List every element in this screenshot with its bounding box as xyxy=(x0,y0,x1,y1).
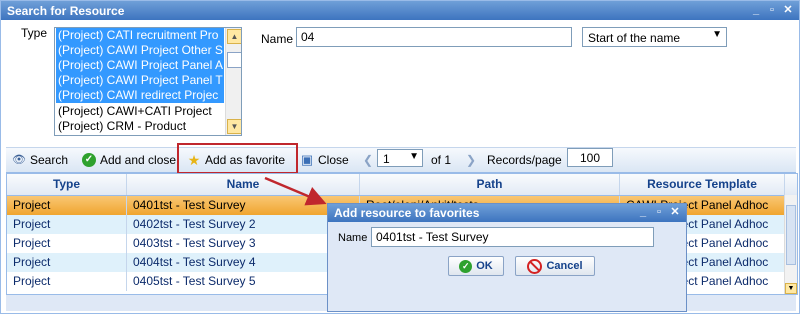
grid-header: Type Name Path Resource Template xyxy=(7,174,797,196)
name-label: Name xyxy=(261,32,294,46)
type-option[interactable]: (Project) CATI recruitment Pro xyxy=(56,28,224,43)
column-header-template[interactable]: Resource Template xyxy=(620,174,785,195)
chevron-down-icon: ▼ xyxy=(409,151,419,162)
checkmark-icon: ✓ xyxy=(459,259,473,273)
minimize-icon[interactable]: _ xyxy=(749,3,763,17)
grid-scroll-thumb[interactable] xyxy=(786,205,796,265)
search-label: Search xyxy=(30,153,69,167)
of-pages-text: of 1 xyxy=(431,153,452,167)
cell-type: Project xyxy=(7,196,127,215)
cell-type: Project xyxy=(7,234,127,253)
column-header-name[interactable]: Name xyxy=(127,174,360,195)
window-titlebar[interactable]: Search for Resource _ ▫ ✕ xyxy=(1,1,799,20)
cell-type: Project xyxy=(7,215,127,234)
checkmark-icon: ✓ xyxy=(82,153,96,167)
add-and-close-button[interactable]: ✓ Add and close xyxy=(82,152,176,168)
favorite-highlight-box xyxy=(177,143,298,174)
cell-name: 0402tst - Test Survey 2 xyxy=(127,215,360,234)
cell-name: 0403tst - Test Survey 3 xyxy=(127,234,360,253)
chevron-down-icon: ▼ xyxy=(712,29,722,40)
maximize-icon[interactable]: ▫ xyxy=(652,205,666,219)
scroll-up-icon[interactable]: ▲ xyxy=(227,29,241,44)
type-option[interactable]: (Project) CAWI Project Panel A xyxy=(56,58,224,73)
next-page-icon[interactable]: ❯ xyxy=(466,152,476,168)
scroll-thumb[interactable] xyxy=(227,52,241,68)
cell-type: Project xyxy=(7,253,127,272)
close-icon[interactable]: ✕ xyxy=(668,205,682,219)
dialog-title: Add resource to favorites xyxy=(334,206,480,220)
column-header-type[interactable]: Type xyxy=(7,174,127,195)
cancel-button[interactable]: Cancel xyxy=(515,256,595,276)
listbox-scrollbar[interactable]: ▲ ▼ xyxy=(225,28,241,135)
page-value: 1 xyxy=(383,152,390,166)
type-option[interactable]: (Project) CAWI Project Other S xyxy=(56,43,224,58)
cell-name: 0401tst - Test Survey xyxy=(127,196,360,215)
maximize-icon[interactable]: ▫ xyxy=(765,3,779,17)
cancel-icon xyxy=(527,258,543,274)
scroll-down-icon[interactable]: ▼ xyxy=(785,283,797,294)
type-label: Type xyxy=(21,26,48,40)
cell-type: Project xyxy=(7,272,127,291)
close-button[interactable]: ▣ Close xyxy=(300,152,349,168)
window-title: Search for Resource xyxy=(7,4,125,18)
close-window-icon: ▣ xyxy=(300,152,314,167)
cell-name: 0404tst - Test Survey 4 xyxy=(127,253,360,272)
close-icon[interactable]: ✕ xyxy=(781,3,795,17)
cell-name: 0405tst - Test Survey 5 xyxy=(127,272,360,291)
records-per-page-input[interactable] xyxy=(567,148,613,167)
add-favorite-dialog: Add resource to favorites _ ▫ ✕ Name ✓ O… xyxy=(327,203,687,312)
search-button[interactable]: 👁 Search xyxy=(12,152,68,168)
minimize-icon[interactable]: _ xyxy=(636,205,650,219)
name-input[interactable] xyxy=(296,27,572,47)
ok-button[interactable]: ✓ OK xyxy=(448,256,504,276)
type-option[interactable]: (Project) CAWI redirect Projec xyxy=(56,88,224,103)
type-listbox[interactable]: (Project) CATI recruitment Pro (Project)… xyxy=(54,27,242,136)
favorite-name-input[interactable] xyxy=(371,227,654,247)
scroll-down-icon[interactable]: ▼ xyxy=(227,119,241,134)
dialog-titlebar[interactable]: Add resource to favorites _ ▫ ✕ xyxy=(328,204,686,222)
page-select[interactable]: 1 ▼ xyxy=(377,149,423,167)
dialog-name-label: Name xyxy=(338,232,368,244)
close-label: Close xyxy=(318,153,349,167)
column-header-path[interactable]: Path xyxy=(360,174,620,195)
type-option[interactable]: (Project) CAWI Project Panel T xyxy=(56,73,224,88)
ok-label: OK xyxy=(476,260,493,272)
match-mode-value: Start of the name xyxy=(588,31,681,45)
grid-scrollbar[interactable]: ▼ xyxy=(784,195,797,294)
type-option[interactable]: (Project) CRM - Product xyxy=(56,119,224,134)
records-per-page-label: Records/page xyxy=(487,153,562,167)
match-mode-select[interactable]: Start of the name ▼ xyxy=(582,27,727,47)
cancel-label: Cancel xyxy=(546,260,583,272)
add-and-close-label: Add and close xyxy=(100,153,177,167)
type-option[interactable]: (Project) CAWI+CATI Project xyxy=(56,104,224,119)
search-icon: 👁 xyxy=(12,154,26,166)
prev-page-icon[interactable]: ❮ xyxy=(363,152,373,168)
